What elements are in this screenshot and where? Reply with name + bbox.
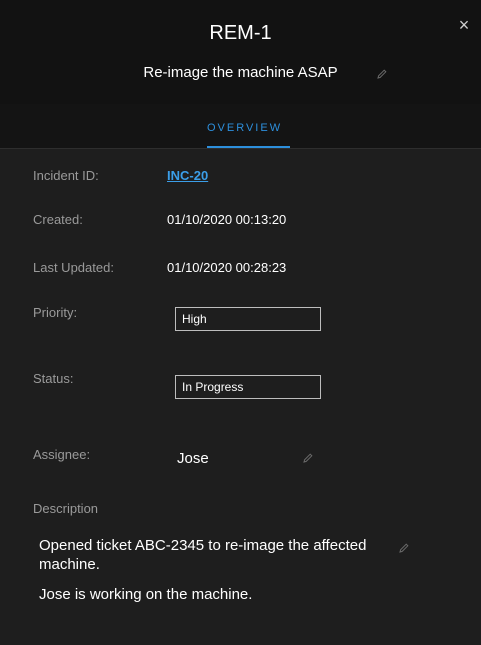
panel-title: REM-1 — [209, 22, 272, 44]
overview-content: Incident ID: INC-20 Created: 01/10/2020 … — [0, 149, 481, 645]
priority-select[interactable]: High — [175, 307, 321, 331]
tab-bar: OVERVIEW — [0, 104, 481, 149]
description-paragraph: Jose is working on the machine. — [39, 586, 253, 603]
close-icon[interactable]: × — [455, 16, 473, 34]
active-tab-indicator — [207, 146, 290, 148]
assignee-value: Jose — [177, 450, 209, 467]
last-updated-value: 01/10/2020 00:28:23 — [167, 260, 287, 275]
subtitle-row: Re-image the machine ASAP — [0, 64, 481, 81]
priority-label: Priority: — [33, 305, 78, 320]
pencil-icon[interactable] — [302, 451, 314, 463]
remediation-details-panel: REM-1 × Re-image the machine ASAP OVERVI… — [0, 0, 481, 645]
pencil-icon[interactable] — [398, 541, 410, 553]
incident-id-label: Incident ID: — [33, 168, 99, 183]
description-paragraph: Opened ticket ABC-2345 to re-image the a… — [39, 537, 367, 573]
remediation-name: Re-image the machine ASAP — [143, 64, 338, 81]
panel-header: REM-1 × Re-image the machine ASAP — [0, 0, 481, 104]
assignee-label: Assignee: — [33, 447, 91, 462]
status-label: Status: — [33, 371, 74, 386]
tab-overview[interactable]: OVERVIEW — [207, 122, 282, 134]
description-label: Description — [33, 501, 99, 516]
incident-id-link[interactable]: INC-20 — [167, 168, 208, 183]
created-value: 01/10/2020 00:13:20 — [167, 212, 287, 227]
pencil-icon[interactable] — [376, 67, 388, 79]
description-text: Opened ticket ABC-2345 to re-image the a… — [39, 536, 369, 615]
last-updated-label: Last Updated: — [33, 260, 114, 275]
created-label: Created: — [33, 212, 83, 227]
status-select[interactable]: In Progress — [175, 375, 321, 399]
